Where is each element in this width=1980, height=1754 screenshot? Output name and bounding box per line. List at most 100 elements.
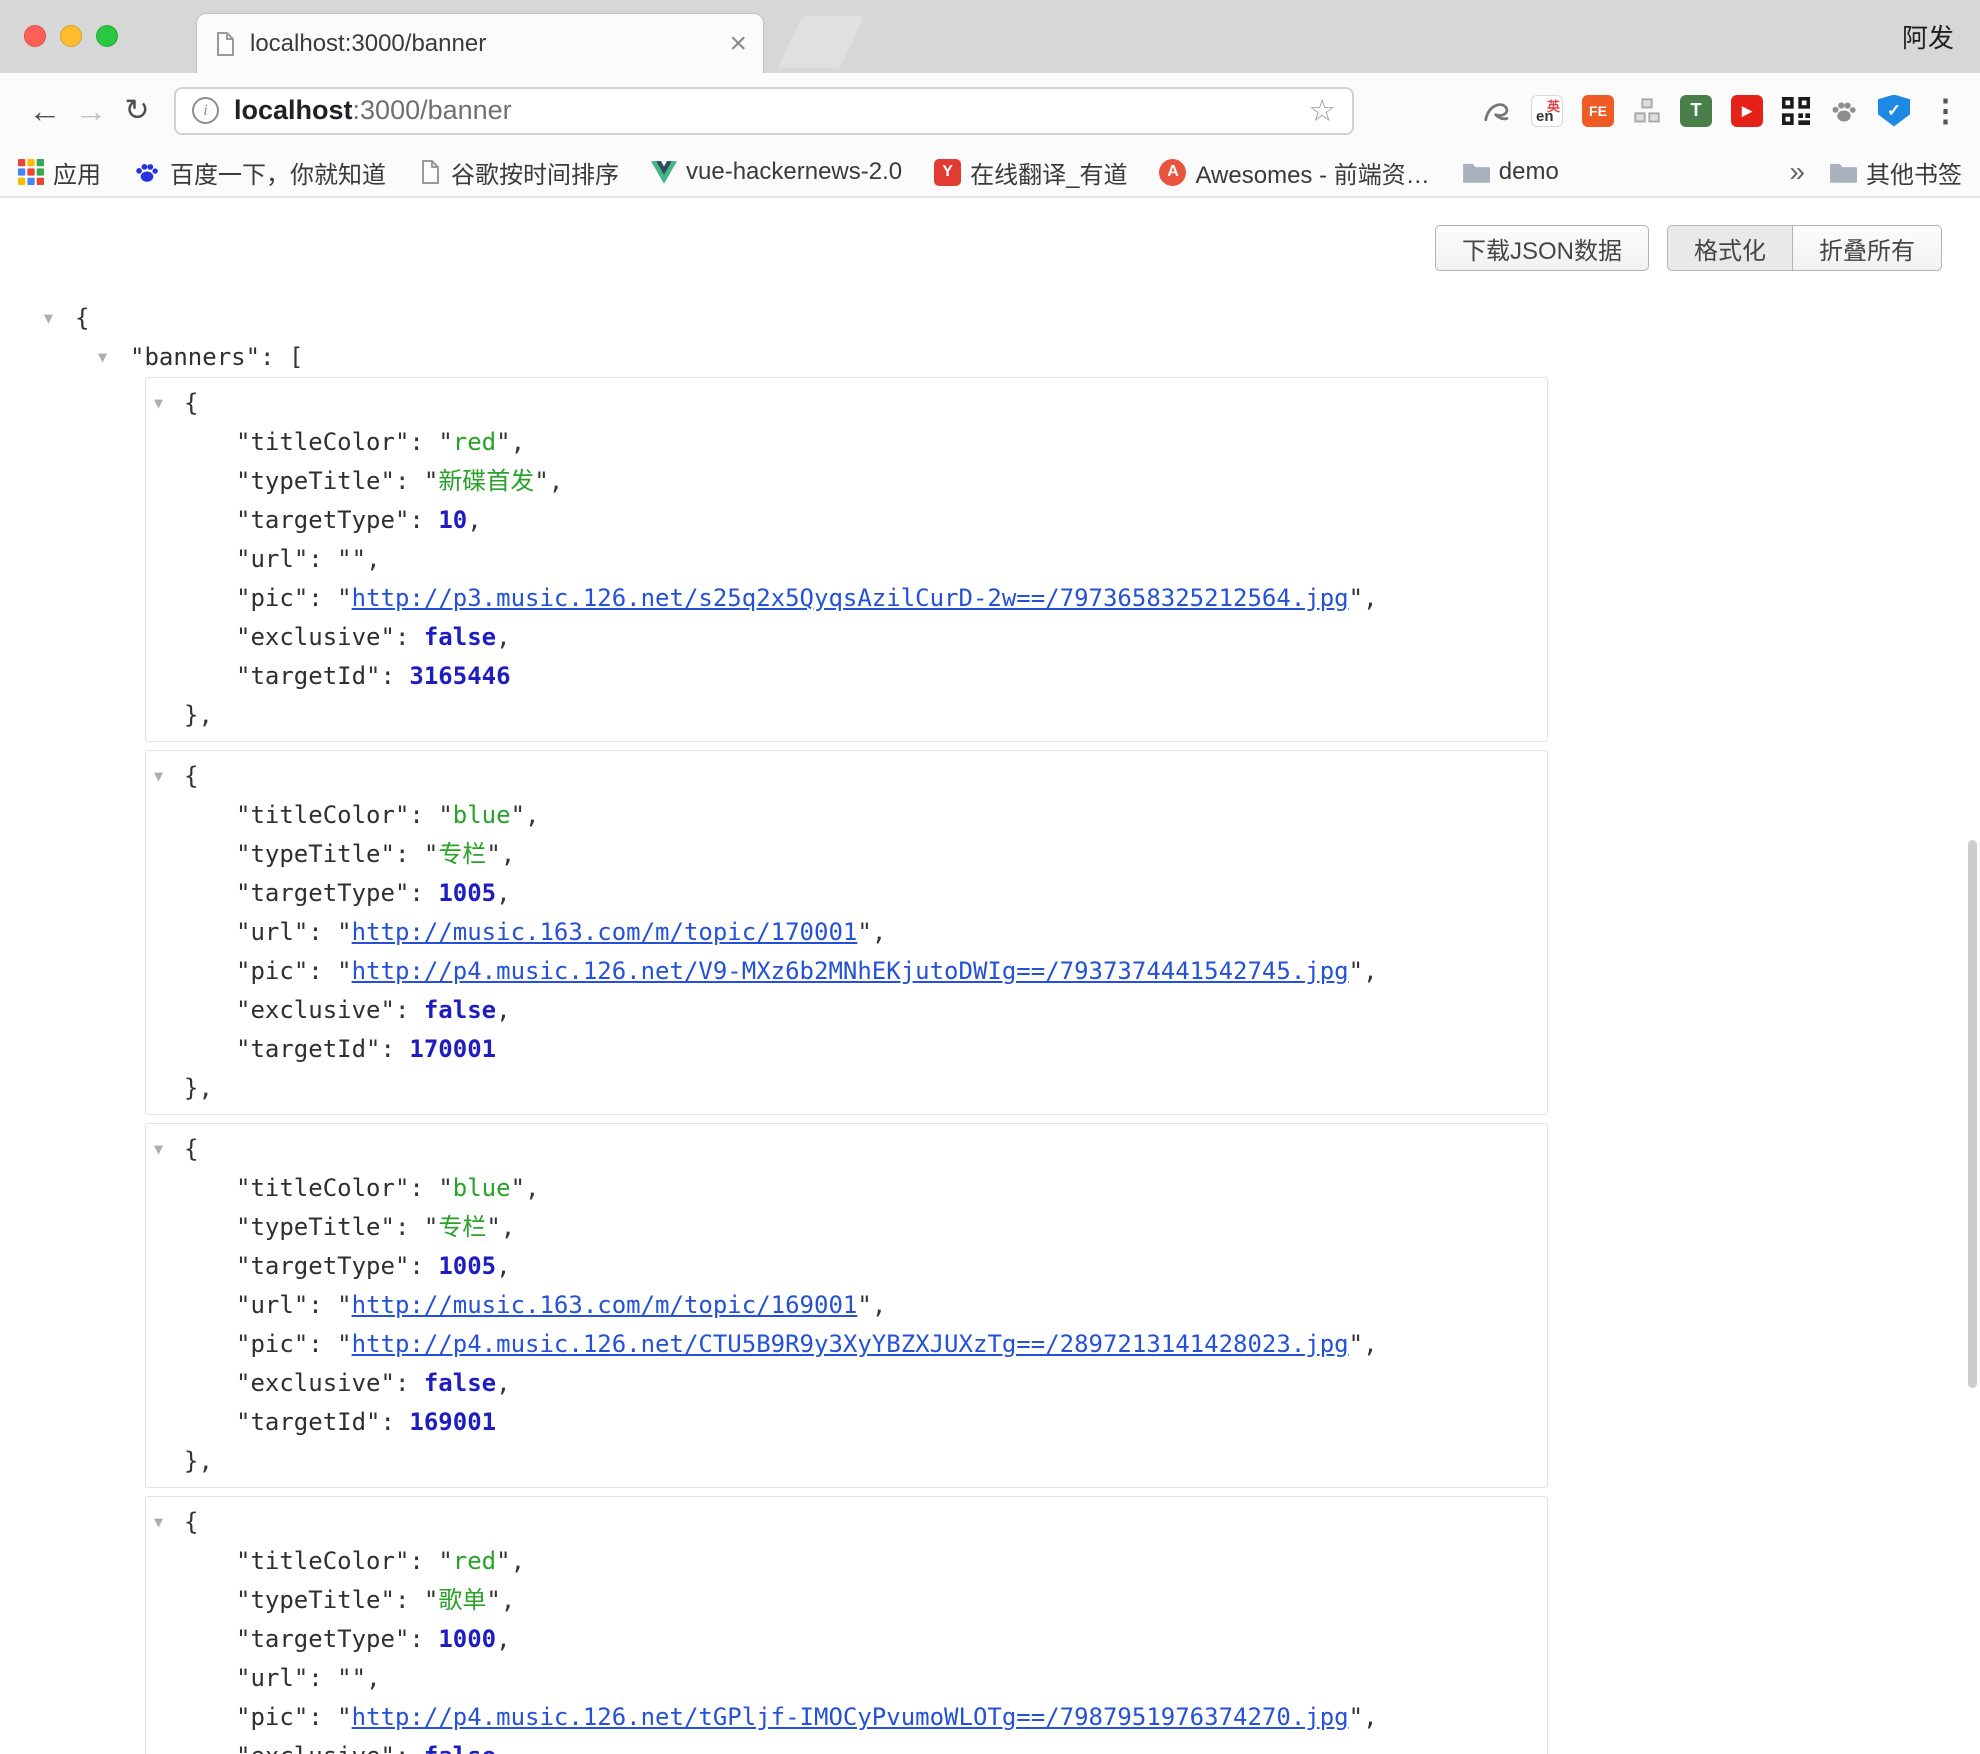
json-boolean: false [424,1742,496,1754]
json-line: ▼"banners": [ [0,338,1980,377]
qr-code-extension-icon[interactable] [1782,97,1810,125]
bookmark-item-baidu[interactable]: 百度一下，你就知道 [133,155,386,190]
new-tab-button[interactable] [777,16,864,68]
reload-button[interactable]: ↻ [114,73,160,148]
collapse-toggle-icon[interactable]: ▼ [98,338,107,377]
minimize-window-button[interactable] [60,25,82,47]
json-link[interactable]: http://music.163.com/m/topic/170001 [352,918,858,946]
json-brace: }, [184,701,213,729]
bookmarks-overflow-chevron[interactable]: » [1781,156,1813,188]
json-punctuation: " [236,467,250,495]
collapse-all-button[interactable]: 折叠所有 [1793,225,1942,271]
json-punctuation: , [1363,1703,1377,1731]
bookmark-item-youdao[interactable]: Y在线翻译_有道 [934,155,1127,190]
json-key: exclusive [250,996,380,1024]
json-line: "targetId": 170001 [146,1030,1547,1069]
bookmark-label: demo [1499,158,1559,186]
json-punctuation: " [337,1330,351,1358]
collapse-toggle-icon[interactable]: ▼ [154,757,163,796]
json-punctuation: " [236,957,250,985]
tab-close-icon[interactable]: × [729,29,747,59]
json-punctuation: ": [381,1213,424,1241]
json-link[interactable]: http://music.163.com/m/topic/169001 [352,1291,858,1319]
json-key: targetId [250,662,366,690]
youtube-extension-icon[interactable]: ▶ [1731,95,1763,127]
json-punctuation: " [236,1703,250,1731]
bookmark-item-demo[interactable]: demo [1462,158,1559,186]
json-punctuation: " [130,343,144,371]
translate-extension-icon[interactable]: 英en [1531,95,1563,127]
browser-menu-icon[interactable]: ⋮ [1930,93,1958,129]
json-punctuation: " [337,918,351,946]
json-key: targetId [250,1035,366,1063]
collapse-toggle-icon[interactable]: ▼ [154,1130,163,1169]
scrollbar-thumb[interactable] [1968,840,1977,1388]
sketch-extension-icon[interactable] [1482,96,1512,126]
json-punctuation: , [501,1586,515,1614]
json-key: titleColor [250,801,395,829]
bookmark-item-awesomes[interactable]: AAwesomes - 前端资… [1159,155,1429,190]
org-chart-extension-icon[interactable] [1633,97,1661,125]
bookmark-star-icon[interactable]: ☆ [1308,93,1336,129]
json-object-box: ▼{"titleColor": "red","typeTitle": "歌单",… [145,1496,1548,1754]
bookmark-label: 谷歌按时间排序 [451,155,619,190]
json-string: 专栏 [438,840,486,868]
json-line: "typeTitle": "新碟首发", [146,462,1547,501]
zoom-window-button[interactable] [96,25,118,47]
profile-name[interactable]: 阿发 [1902,0,1954,73]
bookmark-item-apps[interactable]: 应用 [18,155,101,190]
address-bar[interactable]: i localhost :3000/banner ☆ [174,87,1354,135]
json-link[interactable]: http://p4.music.126.net/tGPljf-IMOCyPvum… [352,1703,1349,1731]
json-punctuation: " [236,1035,250,1063]
collapse-toggle-icon[interactable]: ▼ [154,1503,163,1542]
json-line: "typeTitle": "歌单", [146,1581,1547,1620]
folder-icon [1462,161,1490,183]
json-punctuation: " [236,801,250,829]
back-button[interactable]: ← [22,73,68,148]
json-link[interactable]: http://p3.music.126.net/s25q2x5QyqsAzilC… [352,584,1349,612]
browser-tab[interactable]: localhost:3000/banner × [196,13,764,73]
t-shield-extension-icon[interactable]: T [1680,95,1712,127]
json-punctuation: , [1363,957,1377,985]
download-json-button[interactable]: 下载JSON数据 [1435,225,1649,271]
other-bookmarks-label: 其他书签 [1866,155,1962,190]
collapse-toggle-icon[interactable]: ▼ [154,384,163,423]
info-icon[interactable]: i [192,97,219,124]
json-brace: }, [184,1447,213,1475]
json-empty-string: "" [337,545,366,573]
json-line: "targetType": 1000, [146,1620,1547,1659]
json-punctuation: " [236,1547,250,1575]
folder-icon [1829,161,1857,183]
json-line: }, [146,1442,1547,1481]
forward-button[interactable]: → [68,73,114,148]
json-link[interactable]: http://p4.music.126.net/V9-MXz6b2MNhEKju… [352,957,1349,985]
page-content: 下载JSON数据 格式化 折叠所有 ▼{▼"banners": [▼{"titl… [0,198,1980,1754]
json-line: "titleColor": "blue", [146,1169,1547,1208]
json-key: url [250,545,293,573]
security-shield-extension-icon[interactable]: ✓ [1878,95,1910,127]
bookmark-item-google-sort[interactable]: 谷歌按时间排序 [418,155,619,190]
json-punctuation: ": [381,467,424,495]
json-punctuation: " [236,1252,250,1280]
json-punctuation: " [424,1586,438,1614]
json-line: }, [146,1069,1547,1108]
close-window-button[interactable] [24,25,46,47]
fe-extension-icon[interactable]: FE [1582,95,1614,127]
collapse-toggle-icon[interactable]: ▼ [44,299,53,338]
json-line: "pic": "http://p3.music.126.net/s25q2x5Q… [146,579,1547,618]
json-punctuation: ": [294,1703,337,1731]
json-punctuation: ": [395,1252,438,1280]
json-punctuation: " [1349,584,1363,612]
json-punctuation: , [496,996,510,1024]
bookmark-label: 百度一下，你就知道 [170,155,386,190]
json-key: url [250,918,293,946]
json-punctuation: ": [ [246,343,304,371]
format-button[interactable]: 格式化 [1667,225,1793,271]
json-punctuation: " [236,545,250,573]
bookmark-item-vue-hackernews[interactable]: vue-hackernews-2.0 [651,158,902,186]
json-link[interactable]: http://p4.music.126.net/CTU5B9R9y3XyYBZX… [352,1330,1349,1358]
paw-extension-icon[interactable] [1829,96,1859,126]
other-bookmarks-folder[interactable]: 其他书签 [1829,155,1962,190]
json-line: ▼{ [146,1130,1547,1169]
json-punctuation: " [236,1664,250,1692]
